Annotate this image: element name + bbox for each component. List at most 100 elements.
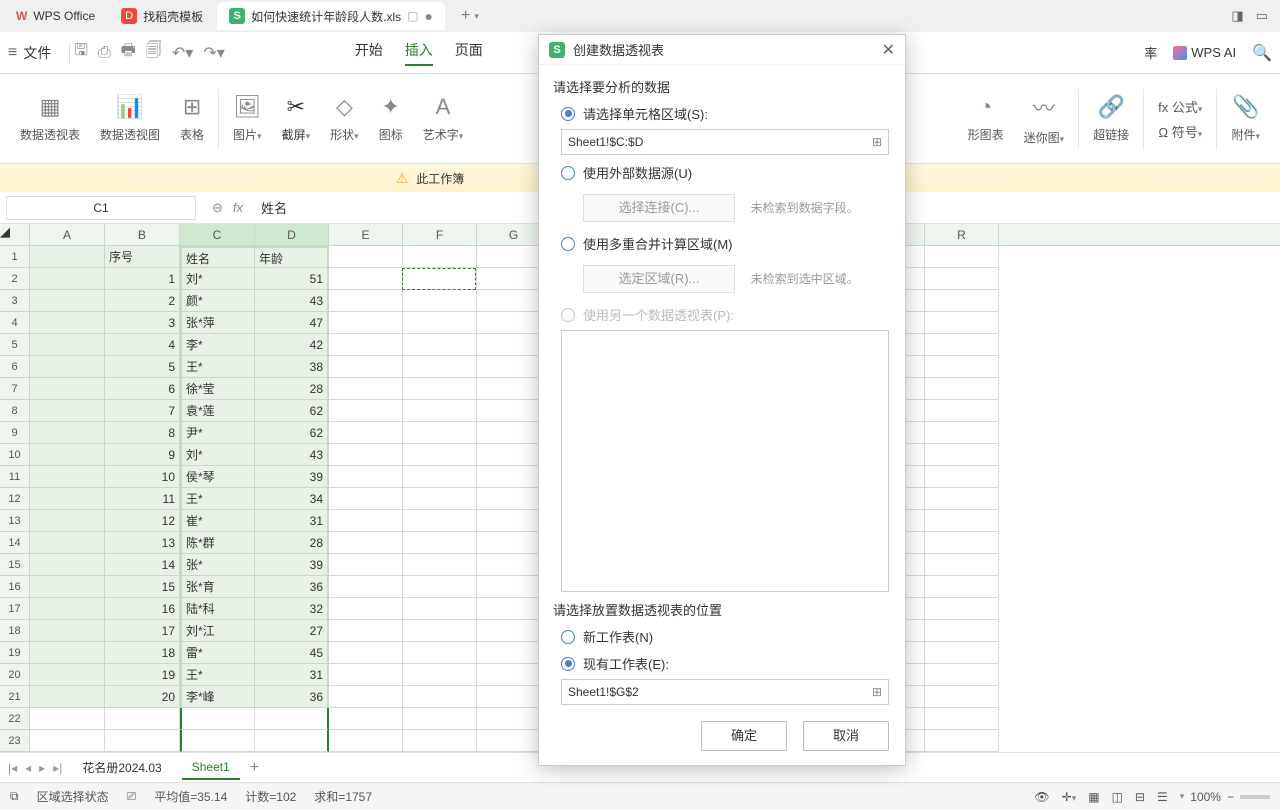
- cell[interactable]: 年龄: [255, 246, 329, 268]
- col-header[interactable]: B: [105, 224, 180, 245]
- col-header[interactable]: A: [30, 224, 105, 245]
- last-sheet-icon[interactable]: ▸|: [53, 761, 62, 775]
- cell[interactable]: 陈*群: [180, 532, 255, 554]
- cell[interactable]: [30, 642, 105, 664]
- cell[interactable]: 19: [105, 664, 180, 686]
- cell[interactable]: 侯*琴: [180, 466, 255, 488]
- icon-button[interactable]: ✦图标: [369, 94, 413, 143]
- cell[interactable]: [925, 268, 999, 290]
- tab-wps-office[interactable]: W WPS Office: [4, 2, 107, 30]
- cell[interactable]: [329, 488, 403, 510]
- cell[interactable]: [329, 576, 403, 598]
- hamburger-icon[interactable]: ≡: [8, 44, 17, 62]
- cell[interactable]: [925, 620, 999, 642]
- cell[interactable]: [30, 334, 105, 356]
- shape-button[interactable]: ◇形状▾: [320, 94, 369, 143]
- cell[interactable]: [329, 620, 403, 642]
- cell[interactable]: [329, 466, 403, 488]
- cell[interactable]: [329, 356, 403, 378]
- cell[interactable]: [30, 488, 105, 510]
- window-restore-icon[interactable]: ◨: [1231, 8, 1243, 24]
- cell[interactable]: 5: [105, 356, 180, 378]
- cell[interactable]: 13: [105, 532, 180, 554]
- cell[interactable]: 43: [255, 444, 329, 466]
- cell[interactable]: 17: [105, 620, 180, 642]
- cell[interactable]: 39: [255, 466, 329, 488]
- cell[interactable]: [925, 488, 999, 510]
- cell[interactable]: [403, 268, 477, 290]
- cell[interactable]: [329, 246, 403, 268]
- select-all-corner[interactable]: ◢: [0, 224, 30, 245]
- export-icon[interactable]: ⎙: [98, 44, 111, 62]
- row-header[interactable]: 23: [0, 730, 30, 752]
- cell[interactable]: 王*: [180, 356, 255, 378]
- cell[interactable]: [30, 444, 105, 466]
- cell[interactable]: 6: [105, 378, 180, 400]
- name-box[interactable]: C1: [6, 196, 196, 220]
- cell[interactable]: 陆*科: [180, 598, 255, 620]
- range-picker-icon[interactable]: ⊞: [872, 135, 882, 149]
- cell[interactable]: [329, 664, 403, 686]
- row-header[interactable]: 15: [0, 554, 30, 576]
- option-existing-sheet[interactable]: 现有工作表(E):: [561, 654, 891, 673]
- first-sheet-icon[interactable]: |◂: [8, 761, 17, 775]
- next-sheet-icon[interactable]: ▸: [39, 761, 45, 775]
- cell[interactable]: 张*育: [180, 576, 255, 598]
- location-input[interactable]: Sheet1!$G$2 ⊞: [561, 679, 889, 705]
- cell[interactable]: [925, 532, 999, 554]
- cell[interactable]: 34: [255, 488, 329, 510]
- cell[interactable]: [403, 576, 477, 598]
- stats-icon[interactable]: ⎚: [127, 789, 137, 804]
- cell[interactable]: 9: [105, 444, 180, 466]
- cell[interactable]: [329, 686, 403, 708]
- tab-docer[interactable]: D 找稻壳模板: [109, 2, 215, 30]
- tab-current-file[interactable]: S 如何快速统计年龄段人数.xls ▢ ●: [217, 2, 445, 30]
- cell[interactable]: [329, 268, 403, 290]
- cell[interactable]: 27: [255, 620, 329, 642]
- option-multi-consolidation[interactable]: 使用多重合并计算区域(M): [561, 234, 891, 253]
- cell[interactable]: [329, 378, 403, 400]
- cell[interactable]: [925, 290, 999, 312]
- cell[interactable]: 雷*: [180, 642, 255, 664]
- cell[interactable]: [925, 444, 999, 466]
- row-header[interactable]: 3: [0, 290, 30, 312]
- cell[interactable]: [329, 642, 403, 664]
- sparkline-button[interactable]: 〰迷你图▾: [1014, 91, 1075, 146]
- zoom-out-icon[interactable]: ⊖: [212, 200, 223, 216]
- row-header[interactable]: 9: [0, 422, 30, 444]
- cell[interactable]: 51: [255, 268, 329, 290]
- cell[interactable]: [403, 554, 477, 576]
- cell[interactable]: [329, 598, 403, 620]
- undo-icon[interactable]: ↶▾: [172, 43, 193, 63]
- wordart-button[interactable]: A艺术字▾: [413, 94, 474, 143]
- wps-ai-button[interactable]: WPS AI: [1173, 45, 1236, 60]
- chart-button[interactable]: ◔形图表: [958, 94, 1014, 143]
- cell[interactable]: 42: [255, 334, 329, 356]
- row-header[interactable]: 8: [0, 400, 30, 422]
- hyperlink-button[interactable]: 🔗超链接: [1083, 94, 1139, 143]
- screenshot-button[interactable]: ✂截屏▾: [272, 94, 321, 143]
- cell[interactable]: 10: [105, 466, 180, 488]
- print-preview-icon[interactable]: 🗐: [146, 39, 162, 66]
- cell[interactable]: [925, 466, 999, 488]
- cell[interactable]: [329, 422, 403, 444]
- cell[interactable]: [403, 334, 477, 356]
- cell[interactable]: 序号: [105, 246, 180, 268]
- cell[interactable]: 36: [255, 686, 329, 708]
- cell[interactable]: [329, 554, 403, 576]
- row-header[interactable]: 10: [0, 444, 30, 466]
- cell[interactable]: [403, 532, 477, 554]
- zoom-dropdown[interactable]: ▾: [1180, 791, 1185, 802]
- cell[interactable]: [180, 730, 255, 752]
- selection-mode-icon[interactable]: ⧉: [10, 789, 19, 804]
- cell[interactable]: 刘*: [180, 444, 255, 466]
- cell[interactable]: 李*峰: [180, 686, 255, 708]
- attachment-button[interactable]: 📎附件▾: [1221, 94, 1270, 143]
- cell[interactable]: [30, 312, 105, 334]
- col-header[interactable]: R: [925, 224, 999, 245]
- row-header[interactable]: 12: [0, 488, 30, 510]
- cell[interactable]: [329, 444, 403, 466]
- row-header[interactable]: 1: [0, 246, 30, 268]
- cell[interactable]: [30, 598, 105, 620]
- cell[interactable]: [329, 730, 403, 752]
